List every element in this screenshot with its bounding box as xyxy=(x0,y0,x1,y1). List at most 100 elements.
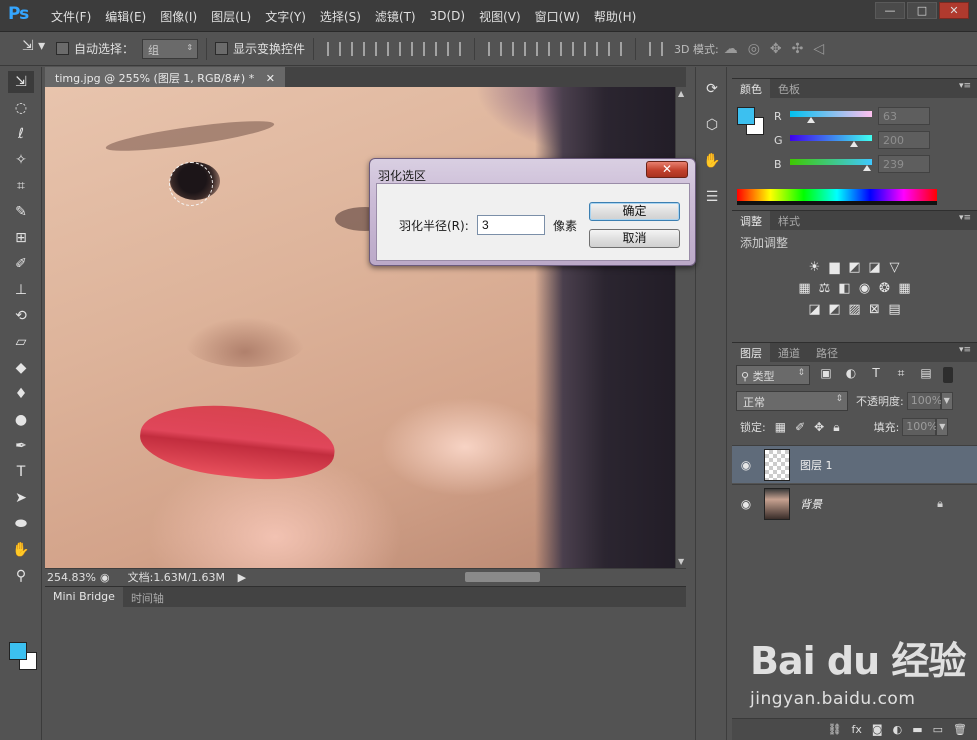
menu-image[interactable]: 图像(I) xyxy=(153,8,204,25)
history-brush-tool-icon[interactable]: ⟲ xyxy=(8,305,34,327)
brightness-contrast-icon[interactable]: ☀ xyxy=(807,260,823,276)
feather-radius-input[interactable] xyxy=(477,215,545,235)
auto-align-icon[interactable] xyxy=(649,41,664,56)
tab-adjustments[interactable]: 调整 xyxy=(732,211,770,230)
tool-presets-icon[interactable]: ✋ xyxy=(701,153,723,175)
distribute-right-icon[interactable] xyxy=(608,41,623,56)
pen-tool-icon[interactable]: ✒ xyxy=(8,435,34,457)
3d-drag-icon[interactable]: ✥ xyxy=(770,41,782,57)
red-slider-track[interactable] xyxy=(790,111,872,117)
foreground-color-swatch[interactable] xyxy=(9,642,27,660)
dodge-tool-icon[interactable]: ● xyxy=(8,409,34,431)
horizontal-scrollbar[interactable] xyxy=(300,571,670,583)
lock-position-icon[interactable]: ✥ xyxy=(814,420,824,434)
fill-input[interactable]: 100% xyxy=(902,418,938,436)
3d-rotate-icon[interactable]: ☁ xyxy=(724,41,738,57)
menu-select[interactable]: 选择(S) xyxy=(313,8,368,25)
filter-shape-icon[interactable]: ⌗ xyxy=(892,366,910,384)
status-menu-arrow-icon[interactable]: ▶ xyxy=(238,571,246,584)
cancel-button[interactable]: 取消 xyxy=(589,229,680,248)
vibrance-icon[interactable]: ▽ xyxy=(887,260,903,276)
filter-type-icon[interactable]: T xyxy=(867,366,885,384)
auto-select-target-select[interactable]: 组 ⇕ xyxy=(142,38,199,59)
filter-smart-object-icon[interactable]: ▤ xyxy=(917,366,935,384)
eraser-tool-icon[interactable]: ▱ xyxy=(8,331,34,353)
panel-menu-icon[interactable]: ▾≡ xyxy=(959,213,971,223)
distribute-top-icon[interactable] xyxy=(488,41,503,56)
fill-dropdown-icon[interactable]: ▼ xyxy=(936,418,949,436)
distribute-vcenter-icon[interactable] xyxy=(512,41,527,56)
filter-adjustment-icon[interactable]: ◐ xyxy=(842,366,860,384)
red-value[interactable]: 63 xyxy=(878,107,930,125)
tab-paths[interactable]: 路径 xyxy=(808,343,846,362)
properties-panel-icon[interactable]: ☰ xyxy=(701,189,723,211)
menu-3d[interactable]: 3D(D) xyxy=(423,9,472,23)
green-slider-thumb[interactable] xyxy=(849,141,858,147)
ellipse-tool-icon[interactable]: ⬬ xyxy=(8,513,34,535)
menu-window[interactable]: 窗口(W) xyxy=(528,8,587,25)
clone-stamp-tool-icon[interactable]: ⊥ xyxy=(8,279,34,301)
layer-row-background[interactable]: ◉ 背景 🔒︎ xyxy=(732,484,977,522)
exposure-icon[interactable]: ◪ xyxy=(867,260,883,276)
lock-image-icon[interactable]: ✐ xyxy=(795,420,805,434)
tab-color[interactable]: 颜色 xyxy=(732,79,770,98)
path-selection-tool-icon[interactable]: ➤ xyxy=(8,487,34,509)
red-slider[interactable]: R 63 xyxy=(774,107,974,127)
align-right-icon[interactable] xyxy=(447,41,462,56)
align-top-icon[interactable] xyxy=(327,41,342,56)
3d-roll-icon[interactable]: ◎ xyxy=(748,41,760,57)
color-balance-icon[interactable]: ⚖ xyxy=(817,281,833,297)
tab-timeline[interactable]: 时间轴 xyxy=(123,587,172,607)
show-transform-checkbox[interactable] xyxy=(215,42,229,55)
gradient-map-icon[interactable]: ▤ xyxy=(887,302,903,318)
3d-slide-icon[interactable]: ✣ xyxy=(792,41,804,57)
scroll-down-icon[interactable]: ▼ xyxy=(678,557,684,566)
curves-icon[interactable]: ◩ xyxy=(847,260,863,276)
invert-icon[interactable]: ◪ xyxy=(807,302,823,318)
3d-panel-icon[interactable]: ⬡ xyxy=(701,117,723,139)
lock-all-icon[interactable]: 🔒︎ xyxy=(833,420,839,435)
ok-button[interactable]: 确定 xyxy=(589,202,680,221)
color-spectrum-ramp[interactable] xyxy=(737,189,937,205)
marquee-tool-icon[interactable]: ◌ xyxy=(8,97,34,119)
red-slider-thumb[interactable] xyxy=(806,117,815,123)
status-info-icon[interactable]: ◉ xyxy=(100,571,110,584)
photo-filter-icon[interactable]: ◉ xyxy=(857,281,873,297)
layer-row-layer-1[interactable]: ◉ 图层 1 xyxy=(732,445,977,483)
history-panel-icon[interactable]: ⟳ xyxy=(701,81,723,103)
layer-name[interactable]: 背景 xyxy=(800,496,822,512)
green-slider-track[interactable] xyxy=(790,135,872,141)
channel-mixer-icon[interactable]: ❂ xyxy=(877,281,893,297)
align-hcenter-icon[interactable] xyxy=(423,41,438,56)
opacity-dropdown-icon[interactable]: ▼ xyxy=(940,392,953,410)
green-slider[interactable]: G 200 xyxy=(774,131,974,151)
minimize-button[interactable]: — xyxy=(875,2,905,19)
color-panel-foreground-swatch[interactable] xyxy=(737,107,755,125)
menu-view[interactable]: 视图(V) xyxy=(472,8,528,25)
type-tool-icon[interactable]: T xyxy=(8,461,34,483)
selective-color-icon[interactable]: ⊠ xyxy=(867,302,883,318)
selection-marquee[interactable] xyxy=(169,162,213,206)
visibility-eye-icon[interactable]: ◉ xyxy=(732,497,760,511)
filter-toggle[interactable] xyxy=(943,367,953,383)
menu-help[interactable]: 帮助(H) xyxy=(587,8,643,25)
blue-slider[interactable]: B 239 xyxy=(774,155,974,175)
lasso-tool-icon[interactable]: ℓ xyxy=(8,123,34,145)
filter-pixel-icon[interactable]: ▣ xyxy=(817,366,835,384)
distribute-left-icon[interactable] xyxy=(560,41,575,56)
eyedropper-tool-icon[interactable]: ✎ xyxy=(8,201,34,223)
panel-menu-icon[interactable]: ▾≡ xyxy=(959,81,971,91)
color-lookup-icon[interactable]: ▦ xyxy=(897,281,913,297)
auto-select-checkbox[interactable] xyxy=(56,42,69,55)
blue-slider-track[interactable] xyxy=(790,159,872,165)
menu-layer[interactable]: 图层(L) xyxy=(204,8,258,25)
tab-mini-bridge[interactable]: Mini Bridge xyxy=(45,587,123,607)
levels-icon[interactable]: ▆ xyxy=(827,260,843,276)
crop-tool-icon[interactable]: ⌗ xyxy=(8,175,34,197)
zoom-tool-icon[interactable]: ⚲ xyxy=(8,565,34,587)
layer-name[interactable]: 图层 1 xyxy=(800,457,833,473)
move-tool-preset-icon[interactable]: ⇲ ▾ xyxy=(22,38,56,60)
dialog-close-button[interactable]: ✕ xyxy=(646,161,688,178)
distribute-bottom-icon[interactable] xyxy=(536,41,551,56)
layer-kind-filter[interactable]: ⚲ 类型 ⇕ xyxy=(736,365,810,385)
